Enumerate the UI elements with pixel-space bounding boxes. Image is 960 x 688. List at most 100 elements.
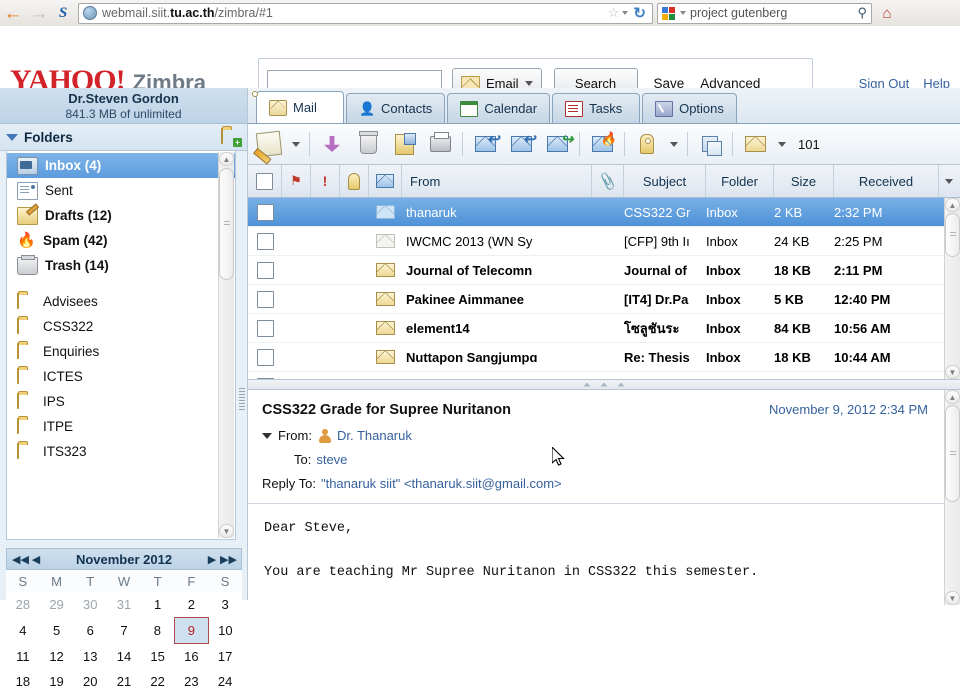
mark-read-button[interactable] xyxy=(738,127,772,161)
row-checkbox[interactable] xyxy=(256,261,274,279)
move-button[interactable] xyxy=(387,127,421,161)
calendar-day[interactable]: 31 xyxy=(107,592,141,618)
scrollbar-thumb[interactable] xyxy=(945,213,960,257)
row-checkbox[interactable] xyxy=(256,232,274,250)
calendar-day[interactable]: 3 xyxy=(208,592,242,618)
bookmark-controls[interactable]: ☆ ↻ xyxy=(608,4,648,22)
calendar-day[interactable]: 5 xyxy=(40,618,74,644)
sidebar-item-css322[interactable]: CSS322 xyxy=(7,314,235,339)
skype-extension-icon[interactable]: S xyxy=(52,2,74,24)
preview-to-value[interactable]: steve xyxy=(316,452,347,467)
calendar-day[interactable]: 16 xyxy=(175,644,209,670)
new-folder-icon[interactable]: + xyxy=(221,128,242,147)
calendar-day[interactable]: 2 xyxy=(175,592,209,618)
preview-scrollbar[interactable]: ▲ ▼ xyxy=(944,390,960,605)
pane-splitter[interactable] xyxy=(248,380,960,390)
scroll-up-icon[interactable]: ▲ xyxy=(219,152,234,166)
calendar-day[interactable]: 29 xyxy=(40,592,74,618)
calendar-day[interactable]: 22 xyxy=(141,669,175,688)
calendar-day[interactable]: 21 xyxy=(107,669,141,688)
folder-column-header[interactable]: Folder xyxy=(706,165,774,197)
column-options-button[interactable] xyxy=(939,165,959,197)
reply-all-button[interactable]: ↩ xyxy=(504,127,538,161)
tab-tasks[interactable]: Tasks xyxy=(552,93,641,123)
browser-back-button[interactable]: ← xyxy=(0,2,26,24)
scroll-up-icon[interactable]: ▲ xyxy=(945,390,960,404)
calendar-day[interactable]: 23 xyxy=(175,669,209,688)
status-column-header[interactable] xyxy=(369,165,402,197)
message-list-scrollbar[interactable]: ▲ ▼ xyxy=(944,198,960,379)
scrollbar-thumb[interactable] xyxy=(219,168,234,280)
sidebar-item-spam[interactable]: 🔥 Spam (42) xyxy=(7,228,235,253)
sidebar-item-its323[interactable]: ITS323 xyxy=(7,439,235,464)
calendar-day[interactable]: 14 xyxy=(107,644,141,670)
sidebar-item-enquiries[interactable]: Enquiries xyxy=(7,339,235,364)
scrollbar-thumb[interactable] xyxy=(945,405,960,502)
table-row[interactable]: Nuttapon Sangjumpɑ Re: Thesis Inbox 18 K… xyxy=(248,343,960,372)
sidebar-item-advisees[interactable]: Advisees xyxy=(7,289,235,314)
calendar-day[interactable]: 10 xyxy=(208,618,242,644)
tab-options[interactable]: Options xyxy=(642,93,737,123)
calendar-day[interactable]: 20 xyxy=(73,669,107,688)
prev-month-button[interactable]: ◀ xyxy=(28,553,44,566)
forward-button[interactable]: ↪ xyxy=(540,127,574,161)
table-row[interactable]: IWCMC 2013 (WN Sy [CFP] 9th Iı Inbox 24 … xyxy=(248,227,960,256)
detach-button[interactable] xyxy=(693,127,727,161)
tag-column-header[interactable] xyxy=(340,165,369,197)
sidebar-item-sent[interactable]: Sent xyxy=(7,178,235,203)
tag-dropdown[interactable] xyxy=(666,127,682,161)
calendar-day[interactable]: 19 xyxy=(40,669,74,688)
tab-mail[interactable]: Mail xyxy=(256,91,344,123)
home-icon[interactable]: ⌂ xyxy=(876,3,898,23)
sidebar-item-itpe[interactable]: ITPE xyxy=(7,414,235,439)
calendar-day[interactable]: 4 xyxy=(6,618,40,644)
browser-search-box[interactable]: project gutenberg ⚲ xyxy=(657,2,872,24)
folders-header[interactable]: Folders + xyxy=(0,124,247,151)
row-checkbox[interactable] xyxy=(256,290,274,308)
table-row[interactable]: thanaruk CSS322 Gr Inbox 2 KB 2:32 PM xyxy=(248,198,960,227)
select-all-cell[interactable] xyxy=(248,165,282,197)
select-all-checkbox[interactable] xyxy=(256,172,273,190)
next-month-button[interactable]: ▶ xyxy=(204,553,220,566)
subject-column-header[interactable]: Subject xyxy=(624,165,706,197)
row-checkbox[interactable] xyxy=(256,203,274,221)
attachment-column-header[interactable]: 📎 xyxy=(592,165,624,197)
print-button[interactable] xyxy=(423,127,457,161)
scroll-up-icon[interactable]: ▲ xyxy=(945,198,960,212)
sidebar-resize-handle[interactable] xyxy=(239,388,245,410)
preview-from-value[interactable]: Dr. Thanaruk xyxy=(337,428,412,443)
calendar-day[interactable]: 24 xyxy=(208,669,242,688)
calendar-day[interactable]: 1 xyxy=(141,592,175,618)
calendar-day[interactable]: 18 xyxy=(6,669,40,688)
calendar-day[interactable]: 28 xyxy=(6,592,40,618)
collapse-triangle-icon[interactable] xyxy=(6,133,18,141)
tab-contacts[interactable]: 👤 Contacts xyxy=(346,93,446,123)
size-column-header[interactable]: Size xyxy=(774,165,834,197)
calendar-day[interactable]: 30 xyxy=(73,592,107,618)
new-message-button[interactable] xyxy=(252,127,286,161)
table-row[interactable]: element14 โซลูชันระ Inbox 84 KB 10:56 AM xyxy=(248,314,960,343)
flag-column-header[interactable]: ⚑ xyxy=(282,165,311,197)
calendar-day[interactable]: 6 xyxy=(73,618,107,644)
sidebar-item-ips[interactable]: IPS xyxy=(7,389,235,414)
search-icon[interactable]: ⚲ xyxy=(857,5,867,21)
calendar-day[interactable]: 11 xyxy=(6,644,40,670)
reply-button[interactable]: ↩ xyxy=(468,127,502,161)
url-bar[interactable]: webmail.siit.tu.ac.th/zimbra/#1 ☆ ↻ xyxy=(78,2,653,24)
delete-button[interactable] xyxy=(351,127,385,161)
calendar-day[interactable]: 13 xyxy=(73,644,107,670)
scroll-down-icon[interactable]: ▼ xyxy=(219,524,234,538)
folder-tree-scrollbar[interactable]: ▲ ▼ xyxy=(218,152,234,538)
expand-triangle-icon[interactable] xyxy=(262,432,272,439)
calendar-day[interactable]: 8 xyxy=(141,618,175,644)
mark-dropdown[interactable] xyxy=(774,127,790,161)
sidebar-item-ictes[interactable]: ICTES xyxy=(7,364,235,389)
sidebar-item-inbox[interactable]: Inbox (4) xyxy=(7,153,235,178)
scroll-down-icon[interactable]: ▼ xyxy=(945,365,960,379)
prev-year-button[interactable]: ◀◀ xyxy=(12,553,29,566)
from-column-header[interactable]: From xyxy=(402,165,592,197)
preview-reply-to-value[interactable]: "thanaruk siit" <thanaruk.siit@gmail.com… xyxy=(321,476,562,491)
reload-icon[interactable]: ↻ xyxy=(633,4,646,22)
sidebar-item-drafts[interactable]: Drafts (12) xyxy=(7,203,235,228)
tab-calendar[interactable]: Calendar xyxy=(447,93,551,123)
